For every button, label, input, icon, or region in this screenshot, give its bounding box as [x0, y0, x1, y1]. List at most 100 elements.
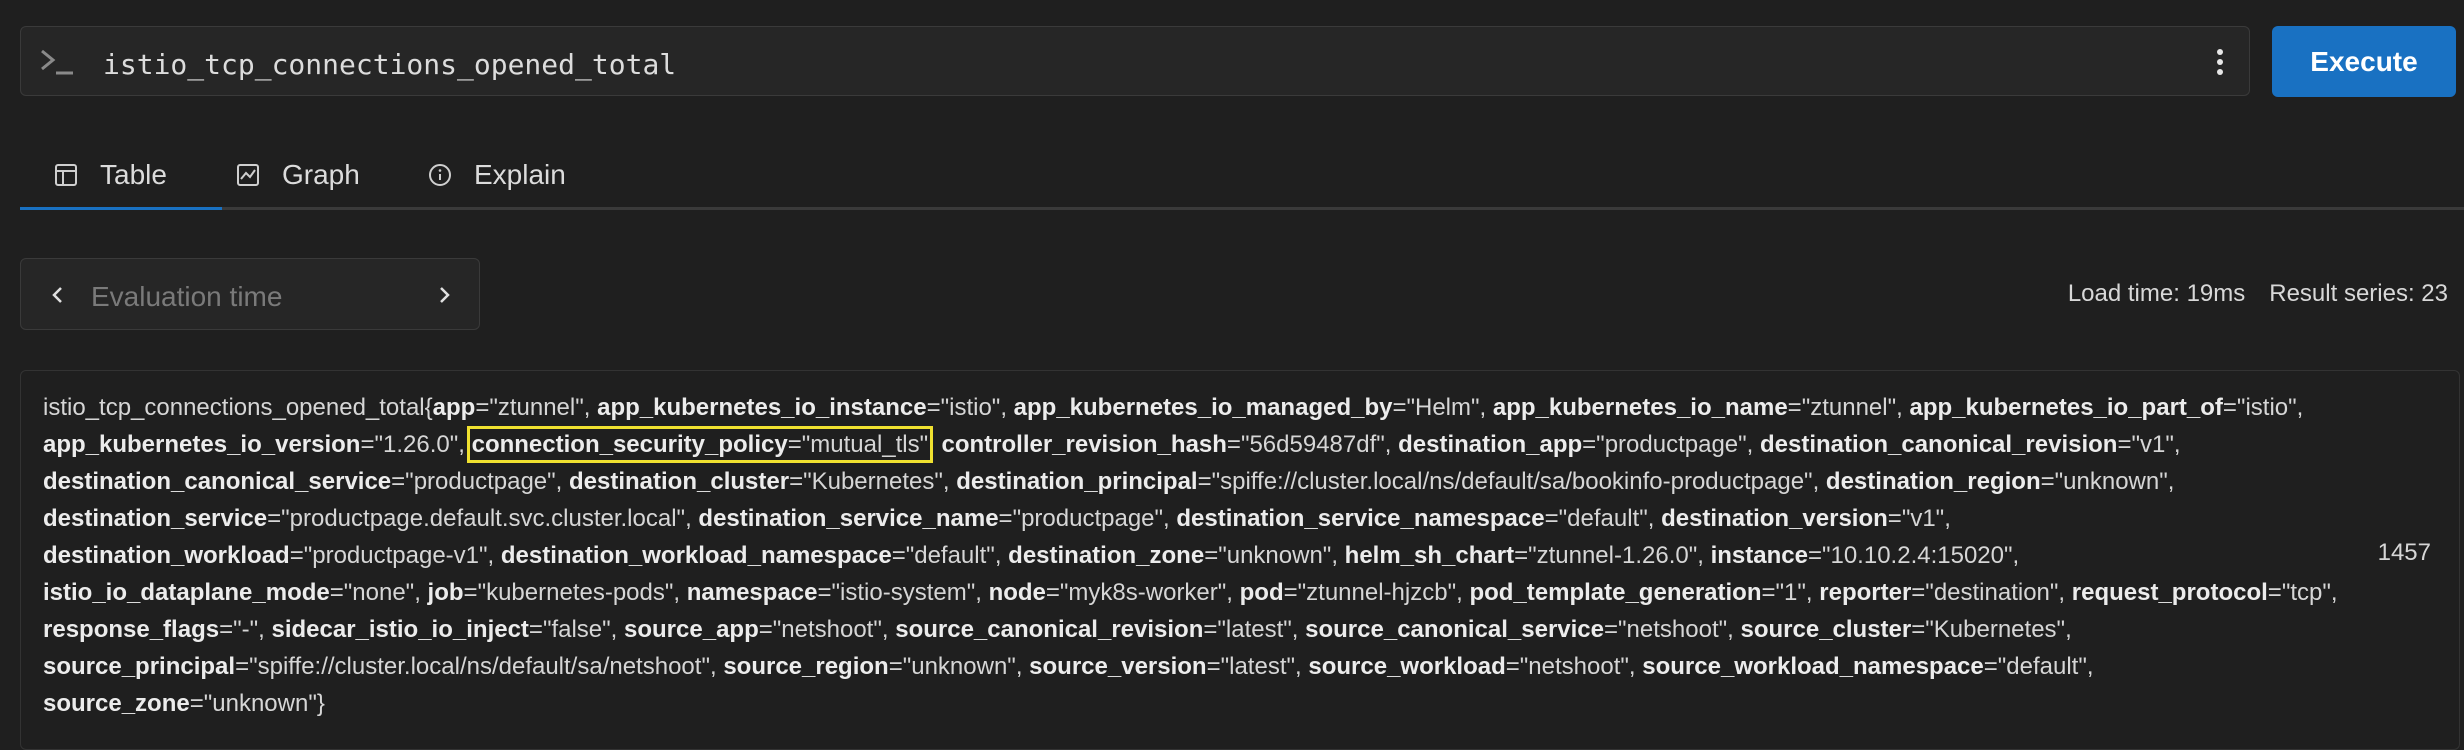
label-name: destination_canonical_service: [43, 468, 392, 495]
label-value: ="v1": [1887, 505, 1945, 532]
series-label-pair: controller_revision_hash="56d59487df": [941, 431, 1384, 458]
label-value: ="netshoot": [1505, 653, 1629, 680]
label-value: ="productpage.default.svc.cluster.local": [267, 505, 686, 532]
label-name: instance: [1710, 542, 1808, 569]
label-name: source_zone: [43, 690, 190, 717]
table-icon: [55, 164, 77, 186]
label-value: ="productpage": [1582, 431, 1747, 458]
label-name: job: [427, 579, 464, 606]
label-name: destination_service_namespace: [1176, 505, 1545, 532]
series-label-pair: request_protocol="tcp": [2072, 579, 2331, 606]
label-value: ="Kubernetes": [789, 468, 943, 495]
series-label-pair: destination_workload_namespace="default": [501, 542, 995, 569]
label-name: source_principal: [43, 653, 236, 680]
evaluation-time-picker[interactable]: Evaluation time: [20, 258, 480, 330]
series-label-pair: destination_zone="unknown": [1008, 542, 1331, 569]
label-value: ="productpage": [998, 505, 1164, 532]
metric-close-brace: }: [316, 690, 325, 717]
terminal-prompt-icon: [41, 49, 73, 75]
series-label-pair: connection_security_policy="mutual_tls": [466, 426, 934, 463]
label-value: ="ztunnel": [1787, 394, 1897, 421]
label-name: pod: [1239, 579, 1284, 606]
series-label-pair: destination_version="v1": [1661, 505, 1944, 532]
label-value: ="unknown": [1204, 542, 1332, 569]
series-value: 1457: [2377, 539, 2431, 566]
label-value: ="unknown": [189, 690, 317, 717]
chevron-left-icon[interactable]: [47, 283, 69, 307]
label-name: istio_io_dataplane_mode: [43, 579, 330, 606]
view-tabs: Table Graph Explain: [20, 140, 2464, 210]
metric-name: istio_tcp_connections_opened_total{: [43, 394, 433, 421]
label-name: source_cluster: [1740, 616, 1912, 643]
query-bar[interactable]: istio_tcp_connections_opened_total: [20, 26, 2250, 96]
label-name: destination_cluster: [569, 468, 790, 495]
load-time: Load time: 19ms: [2067, 280, 2246, 307]
label-name: app_kubernetes_io_version: [43, 431, 361, 458]
label-value: ="Kubernetes": [1911, 616, 2066, 643]
result-table: istio_tcp_connections_opened_total{app="…: [20, 370, 2460, 750]
series-label-pair: app="ztunnel": [433, 394, 584, 421]
query-input[interactable]: istio_tcp_connections_opened_total: [103, 48, 676, 81]
label-value: ="spiffe://cluster.local/ns/default/sa/n…: [235, 653, 710, 680]
label-name: destination_app: [1398, 431, 1583, 458]
series-label-pair: app_kubernetes_io_part_of="istio": [1909, 394, 2296, 421]
series-label-pair: istio_io_dataplane_mode="none": [43, 579, 414, 606]
label-name: sidecar_istio_io_inject: [271, 616, 529, 643]
label-name: source_version: [1029, 653, 1207, 680]
tab-graph-label: Graph: [282, 159, 360, 190]
label-value: ="v1": [2117, 431, 2174, 458]
label-name: destination_zone: [1008, 542, 1205, 569]
evaluation-time-input[interactable]: Evaluation time: [91, 281, 282, 313]
tab-explain[interactable]: Explain: [428, 140, 566, 210]
label-value: ="myk8s-worker": [1045, 579, 1227, 606]
label-name: namespace: [686, 579, 818, 606]
graph-icon: [237, 164, 259, 186]
result-series-count: Result series: 23: [2269, 280, 2448, 307]
series-label-pair: source_principal="spiffe://cluster.local…: [43, 653, 710, 680]
label-value: ="default": [1983, 653, 2087, 680]
label-name: reporter: [1819, 579, 1912, 606]
label-value: ="1.26.0": [360, 431, 459, 458]
series-label-pair: destination_canonical_revision="v1": [1760, 431, 2174, 458]
series-label-pair: destination_service_name="productpage": [698, 505, 1163, 532]
label-value: ="istio-system": [817, 579, 976, 606]
series-label-pair: pod_template_generation="1": [1469, 579, 1805, 606]
series-label-pair: destination_canonical_service="productpa…: [43, 468, 556, 495]
label-name: response_flags: [43, 616, 220, 643]
label-value: ="destination": [1911, 579, 2059, 606]
execute-button[interactable]: Execute: [2272, 26, 2456, 97]
series-label-pair: source_version="latest": [1029, 653, 1295, 680]
label-value: ="ztunnel": [475, 394, 584, 421]
chevron-right-icon[interactable]: [433, 283, 455, 307]
label-value: ="tcp": [2267, 579, 2331, 606]
series-label-pair: destination_workload="productpage-v1": [43, 542, 488, 569]
label-name: destination_workload_namespace: [500, 542, 892, 569]
label-name: node: [988, 579, 1046, 606]
series-label-pair: source_canonical_service="netshoot": [1305, 616, 1727, 643]
series-label-pair: source_canonical_revision="latest": [895, 616, 1292, 643]
label-value: ="unknown": [2040, 468, 2168, 495]
series-label-pair: job="kubernetes-pods": [428, 579, 674, 606]
label-name: app_kubernetes_io_part_of: [1909, 394, 2223, 421]
label-name: source_canonical_revision: [895, 616, 1204, 643]
series-label-pair: app_kubernetes_io_version="1.26.0": [43, 431, 458, 458]
tab-table[interactable]: Table: [20, 140, 222, 210]
label-value: ="false": [528, 616, 611, 643]
label-name: source_workload_namespace: [1642, 653, 1984, 680]
label-value: ="unknown": [888, 653, 1016, 680]
more-options-icon[interactable]: [2215, 47, 2225, 77]
label-value: ="netshoot": [758, 616, 882, 643]
label-name: source_app: [624, 616, 759, 643]
label-name: connection_security_policy: [471, 431, 788, 458]
tab-graph[interactable]: Graph: [236, 140, 360, 210]
label-value: ="istio": [926, 394, 1001, 421]
series-label-pair: instance="10.10.2.4:15020": [1711, 542, 2013, 569]
info-icon: [429, 164, 451, 186]
series-label-pair: app_kubernetes_io_name="ztunnel": [1493, 394, 1896, 421]
series-label-pair: destination_region="unknown": [1826, 468, 2168, 495]
series-label-pair: helm_sh_chart="ztunnel-1.26.0": [1345, 542, 1698, 569]
label-value: ="kubernetes-pods": [463, 579, 674, 606]
label-name: pod_template_generation: [1469, 579, 1762, 606]
label-name: controller_revision_hash: [941, 431, 1227, 458]
label-value: ="spiffe://cluster.local/ns/default/sa/b…: [1197, 468, 1813, 495]
